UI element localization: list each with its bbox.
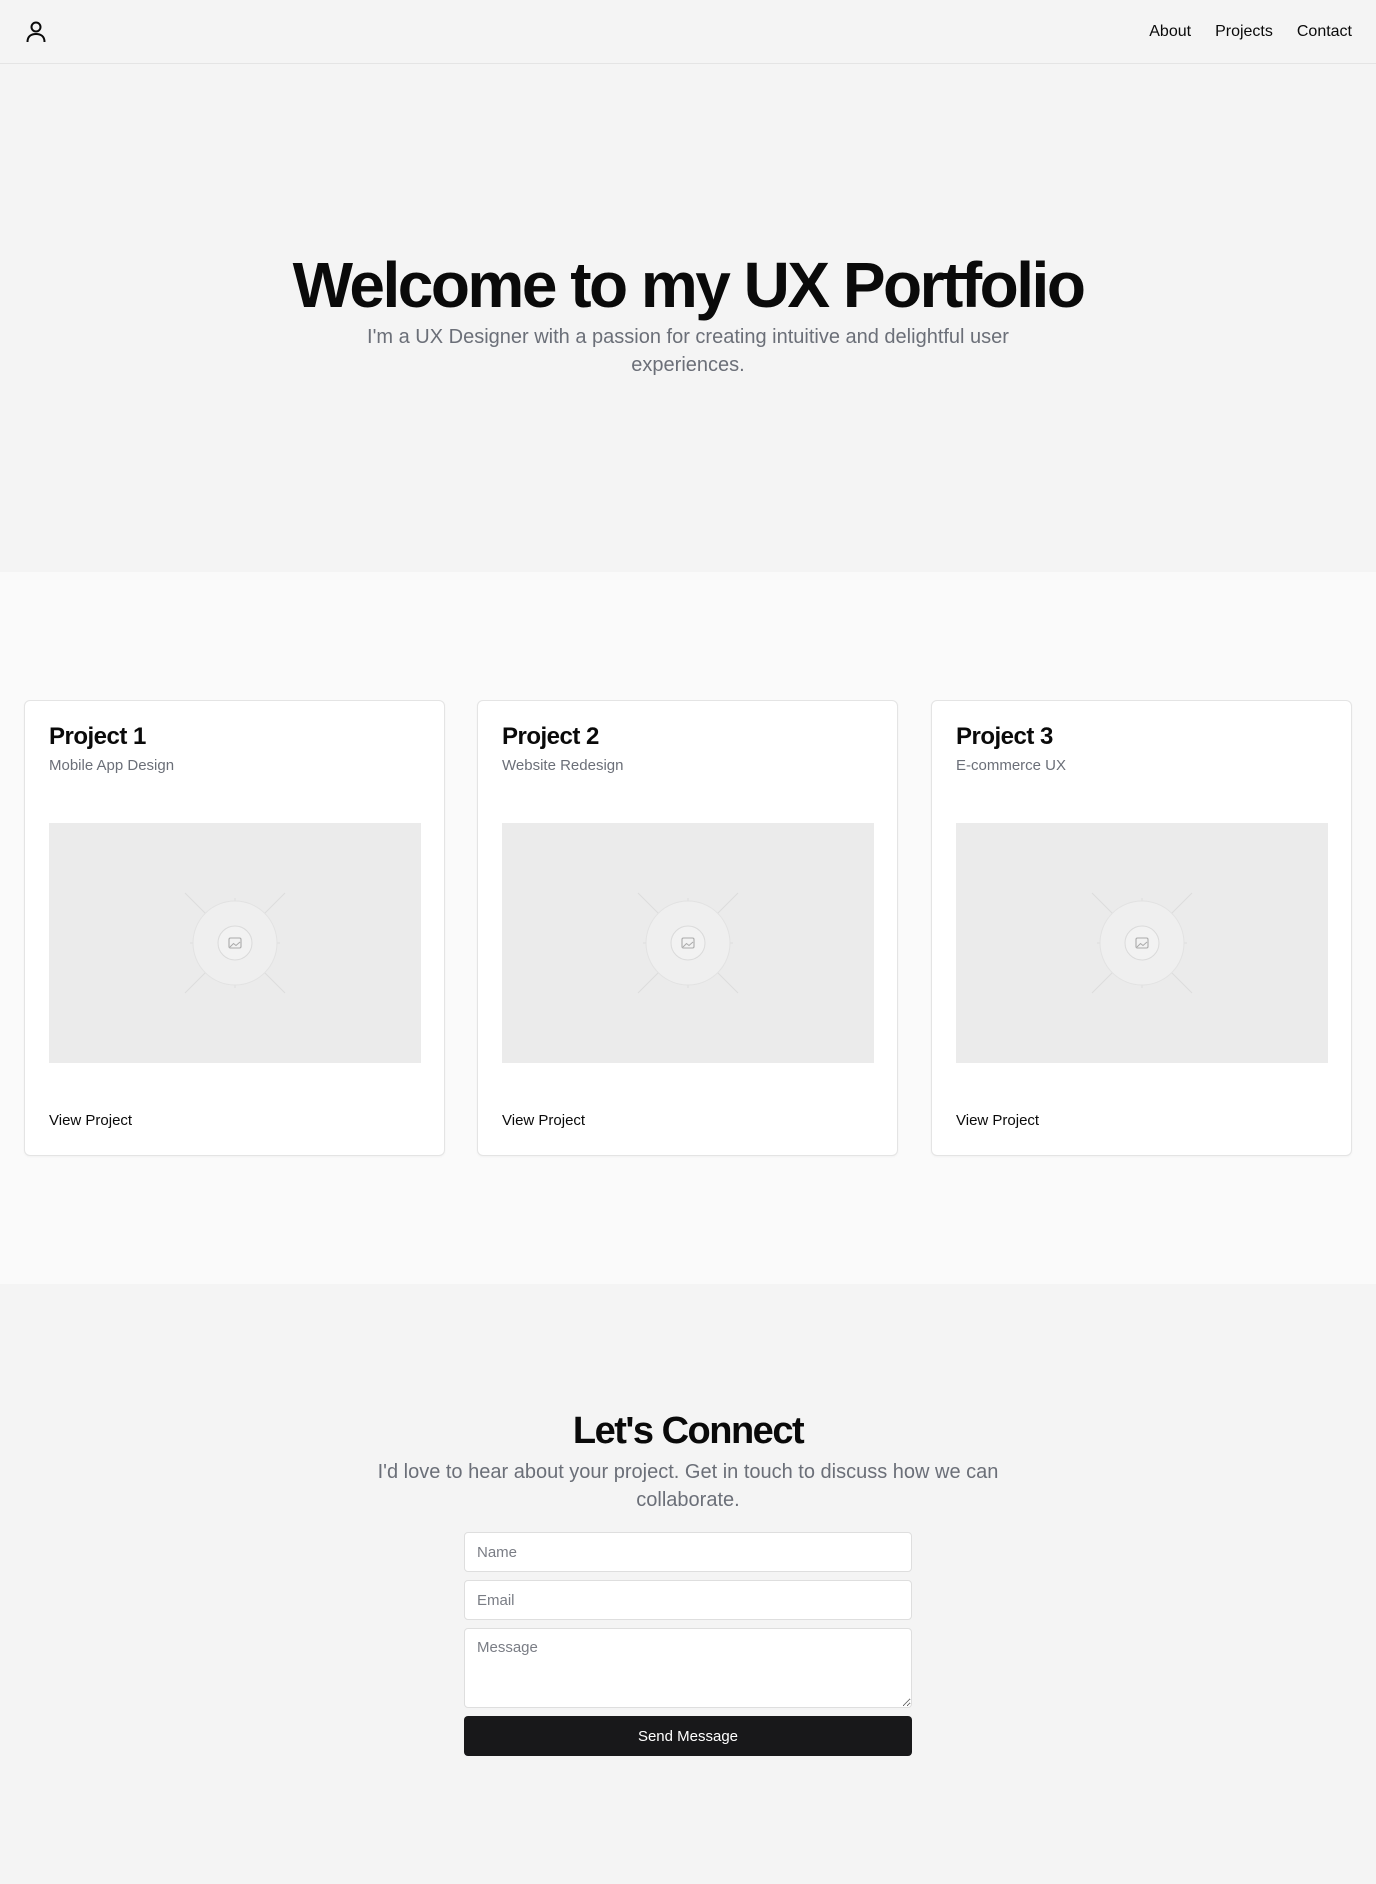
- project-image: [956, 823, 1328, 1063]
- project-subtitle: Website Redesign: [502, 757, 624, 774]
- image-placeholder-icon: [1091, 892, 1193, 994]
- view-project-link[interactable]: View Project: [502, 1112, 585, 1129]
- nav-projects-link[interactable]: Projects: [1215, 23, 1273, 41]
- project-card: Project 3 E-commerce UX View Project: [931, 700, 1352, 1156]
- nav-about-link[interactable]: About: [1149, 23, 1191, 41]
- site-header: About Projects Contact: [0, 0, 1376, 64]
- user-icon[interactable]: [24, 20, 48, 44]
- view-project-link[interactable]: View Project: [956, 1112, 1039, 1129]
- nav-contact-link[interactable]: Contact: [1297, 23, 1352, 41]
- project-card: Project 2 Website Redesign View Project: [477, 700, 898, 1156]
- image-placeholder-icon: [184, 892, 286, 994]
- project-subtitle: E-commerce UX: [956, 757, 1067, 774]
- project-title: Project 1: [49, 723, 146, 750]
- project-card: Project 1 Mobile App Design View Project: [24, 700, 445, 1156]
- project-title: Project 3: [956, 723, 1053, 750]
- project-title: Project 2: [502, 723, 599, 750]
- email-input[interactable]: [464, 1580, 912, 1620]
- portfolio-page: About Projects Contact Welcome to my UX …: [0, 0, 1376, 1884]
- contact-subtitle: I'd love to hear about your project. Get…: [377, 1461, 999, 1511]
- contact-section: Let's Connect I'd love to hear about you…: [0, 1284, 1376, 1884]
- project-image: [49, 823, 421, 1063]
- project-image: [502, 823, 874, 1063]
- project-subtitle: Mobile App Design: [49, 757, 175, 774]
- hero-section: Welcome to my UX Portfolio I'm a UX Desi…: [0, 64, 1376, 572]
- hero-subtitle: I'm a UX Designer with a passion for cre…: [367, 326, 1009, 376]
- projects-section: Project 1 Mobile App Design View Project…: [0, 572, 1376, 1284]
- hero-title: Welcome to my UX Portfolio: [292, 249, 1086, 321]
- view-project-link[interactable]: View Project: [49, 1112, 132, 1129]
- contact-title: Let's Connect: [572, 1410, 805, 1452]
- message-textarea[interactable]: [464, 1628, 912, 1708]
- send-message-button[interactable]: Send Message: [464, 1716, 912, 1756]
- image-placeholder-icon: [637, 892, 739, 994]
- name-input[interactable]: [464, 1532, 912, 1572]
- main-nav: About Projects Contact: [1149, 23, 1352, 41]
